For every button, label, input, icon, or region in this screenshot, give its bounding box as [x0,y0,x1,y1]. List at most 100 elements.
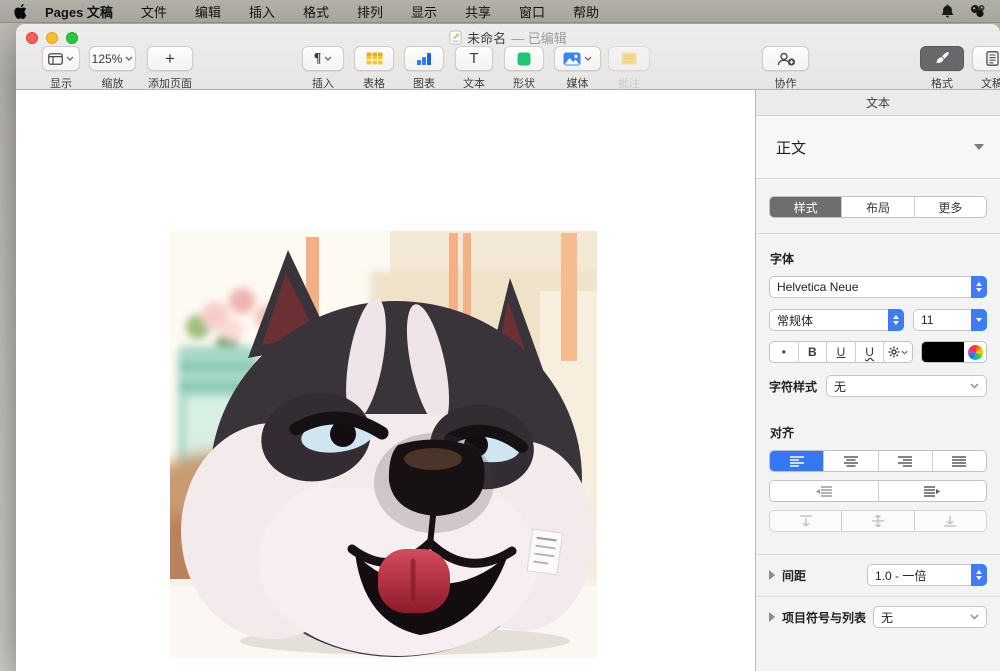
char-style-value: 无 [834,378,846,395]
toolbar-insert-label: 插入 [312,75,334,91]
stepper-icon[interactable] [971,564,987,586]
document-title: 未命名 [467,28,506,47]
pilcrow-icon: ¶ [314,51,322,67]
husky-pillow-image[interactable] [170,231,597,658]
toolbar-add-page[interactable]: + 添加页面 [147,46,193,71]
menu-item-window[interactable]: 窗口 [519,2,545,21]
document-status: — 已编辑 [511,28,567,47]
bullets-label: 项目符号与列表 [782,609,866,626]
advanced-options-button[interactable] [884,342,912,362]
horizontal-alignment-control [769,450,987,472]
zoom-level-value: 125% [92,52,123,66]
text-color-well[interactable] [921,341,987,363]
chevron-down-icon [970,383,979,389]
toolbar-shape[interactable]: 形状 [504,46,544,71]
chevron-down-icon [901,350,908,355]
char-style-select[interactable]: 无 [826,375,987,397]
apple-menu[interactable] [14,4,27,19]
disclosure-triangle-icon[interactable] [769,612,775,622]
toolbar-view[interactable]: 显示 [42,46,80,71]
stepper-icon[interactable] [888,309,904,331]
menu-bar: Pages 文稿 文件 编辑 插入 格式 排列 显示 共享 窗口 帮助 [0,0,1000,23]
inspector-header: 文本 [756,90,1000,116]
char-style-label: 字符样式 [769,378,817,395]
valign-middle-button [842,511,914,531]
valign-bottom-button [915,511,986,531]
font-weight-select[interactable]: 常规体 [769,309,904,331]
align-center-button[interactable] [824,451,878,471]
menu-item-app[interactable]: Pages 文稿 [45,2,113,21]
shape-icon [517,52,531,66]
format-brush-icon [935,51,950,66]
spacing-label: 间距 [782,567,860,584]
bullets-select[interactable]: 无 [873,606,987,628]
align-justify-button[interactable] [933,451,986,471]
plus-icon: + [165,49,175,69]
paragraph-style-selector[interactable]: 正文 [756,116,1000,179]
menu-item-help[interactable]: 帮助 [573,2,599,21]
bold-button[interactable]: B [799,342,828,362]
font-family-value: Helvetica Neue [777,280,858,294]
toolbar-media[interactable]: 媒体 [554,46,601,71]
toolbar-add-page-label: 添加页面 [148,75,192,91]
chevron-down-icon [324,56,332,61]
menu-item-file[interactable]: 文件 [141,2,167,21]
toolbar-chart[interactable]: 图表 [404,46,444,71]
inspector-tabs: 样式 布局 更多 [769,196,987,218]
color-swatch-black[interactable] [922,342,964,362]
color-wheel-icon[interactable] [968,345,983,360]
toolbar-insert[interactable]: ¶ 插入 [302,46,344,71]
alignment-section-label: 对齐 [770,424,986,441]
spacing-select[interactable]: 1.0 - 一倍 [867,564,987,586]
align-left-button[interactable] [770,451,824,471]
outdent-button[interactable] [770,481,879,501]
toolbar-collaborate-label: 协作 [775,75,797,91]
menu-item-share[interactable]: 共享 [465,2,491,21]
apple-icon [14,4,27,19]
menu-item-format[interactable]: 格式 [303,2,329,21]
spacing-value: 1.0 - 一倍 [875,567,926,584]
menu-item-edit[interactable]: 编辑 [195,2,221,21]
menu-item-arrange[interactable]: 排列 [357,2,383,21]
toolbar-table[interactable]: 表格 [354,46,394,71]
chevron-down-icon [66,56,74,61]
toolbar-media-label: 媒体 [567,75,589,91]
emphasis-dot-button[interactable]: • [770,342,799,362]
chevron-down-icon [584,56,592,61]
paragraph-style-value: 正文 [776,137,974,158]
underline-wavy-button[interactable]: U [856,342,885,362]
tab-layout[interactable]: 布局 [842,197,914,217]
toolbar-format[interactable]: 格式 [920,46,964,71]
control-center-icon[interactable] [970,4,986,18]
toolbar-text-label: 文本 [463,75,485,91]
tab-more[interactable]: 更多 [915,197,986,217]
toolbar-text[interactable]: T 文本 [455,46,493,71]
format-inspector: 文本 正文 样式 布局 更多 字体 Helvetica Neue 常规体 11 [755,90,1000,671]
spacing-row: 间距 1.0 - 一倍 [756,555,1000,594]
toolbar-chart-label: 图表 [413,75,435,91]
font-family-select[interactable]: Helvetica Neue [769,276,987,298]
menu-item-insert[interactable]: 插入 [249,2,275,21]
toolbar-zoom[interactable]: 125% 缩放 [89,46,136,71]
underline-button[interactable]: U [827,342,856,362]
font-size-select[interactable]: 11 [913,309,987,331]
indent-button[interactable] [879,481,987,501]
toolbar-table-label: 表格 [363,75,385,91]
disclosure-triangle-icon[interactable] [769,570,775,580]
gear-icon [888,346,900,358]
menu-item-view[interactable]: 显示 [411,2,437,21]
tab-style[interactable]: 样式 [770,197,842,217]
font-size-dropdown-icon[interactable] [971,309,987,331]
chevron-down-icon [125,56,133,61]
font-weight-value: 常规体 [777,312,813,329]
toolbar-zoom-label: 缩放 [102,75,124,91]
align-right-button[interactable] [879,451,933,471]
document-canvas[interactable] [16,90,755,671]
stepper-icon[interactable] [971,276,987,298]
comment-note-icon [621,52,637,65]
notification-bell-icon[interactable] [941,4,954,19]
toolbar-collaborate[interactable]: 协作 [762,46,809,71]
toolbar-document-label: 文稿 [981,75,1000,91]
toolbar-shape-label: 形状 [513,75,535,91]
toolbar-document[interactable]: 文稿 [972,46,1000,71]
